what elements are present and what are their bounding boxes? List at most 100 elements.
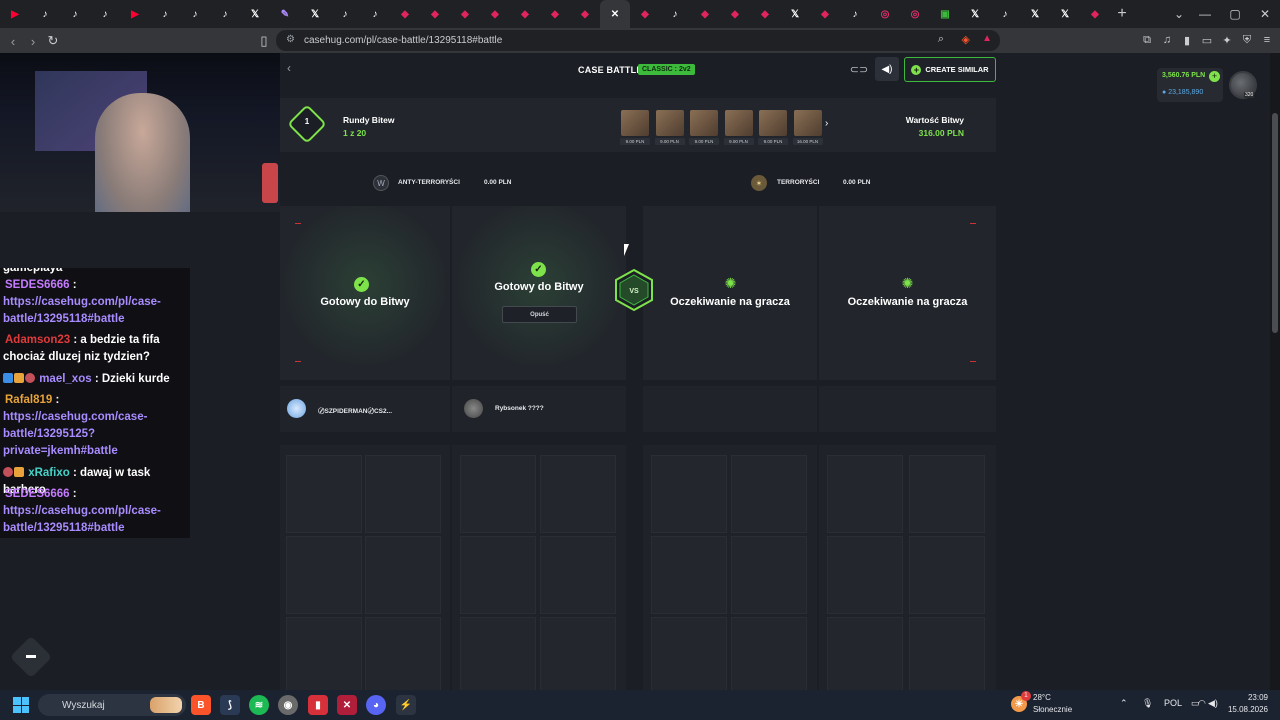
forward-icon[interactable]: ›	[23, 31, 43, 51]
music-icon[interactable]: ♫	[1159, 32, 1175, 48]
back-icon[interactable]: ‹	[3, 31, 23, 51]
browser-tab[interactable]: ♪	[60, 0, 90, 28]
browser-tab[interactable]: 𝕏	[780, 0, 810, 28]
browser-tab[interactable]: ◆	[810, 0, 840, 28]
url-input[interactable]: ⚙ casehug.com/pl/case-battle/13295118#ba…	[276, 30, 1000, 51]
browser-tab[interactable]: 𝕏	[1020, 0, 1050, 28]
minimize-icon[interactable]: —	[1190, 0, 1220, 28]
player-row-1[interactable]: 〄SZPIDERMAN〄CS2...	[280, 386, 450, 432]
case-thumbnail[interactable]: 9.00 PLN	[723, 110, 754, 148]
search-input[interactable]: Wyszukaj	[38, 694, 186, 716]
browser-tab[interactable]: ◆	[480, 0, 510, 28]
sidebar-icon[interactable]: ▮	[1179, 32, 1195, 48]
case-thumbnail[interactable]: 9.00 PLN	[620, 110, 650, 148]
browser-tab[interactable]: ◆	[540, 0, 570, 28]
browser-tab[interactable]: ◎	[870, 0, 900, 28]
tray-chevron-icon[interactable]: ⌃	[1120, 698, 1128, 709]
browser-tab[interactable]: ✎	[270, 0, 300, 28]
chat-message: mael_xos : Dzieki kurde	[3, 371, 189, 388]
browser-tab[interactable]: ▶	[0, 0, 30, 28]
link-icon[interactable]: ⊂⊃	[848, 58, 870, 80]
chat-link[interactable]: https://casehug.com/pl/case-battle/13295…	[3, 505, 161, 534]
chat-link[interactable]: https://casehug.com/pl/case-battle/13295…	[3, 296, 161, 325]
browser-tab[interactable]: ◆	[1080, 0, 1110, 28]
brave-browser-icon[interactable]: B	[191, 695, 211, 715]
app-icon[interactable]: ⟆	[220, 695, 240, 715]
vpn-icon[interactable]: ⛨	[1239, 32, 1255, 48]
youtube-icon: ▶	[11, 8, 19, 20]
browser-tab[interactable]: 𝕏	[960, 0, 990, 28]
new-tab-icon[interactable]: +	[1110, 5, 1134, 23]
browser-tab[interactable]: 𝕏	[240, 0, 270, 28]
close-window-icon[interactable]: ✕	[1250, 0, 1280, 28]
chrome-icon[interactable]: ◉	[278, 695, 298, 715]
leave-button[interactable]: Opuść	[502, 306, 577, 323]
chat-link[interactable]: https://casehug.com/case-battle/13295125…	[3, 411, 147, 457]
player-row-2[interactable]: Rybsonek ????	[452, 386, 626, 432]
case-thumbnail[interactable]: 9.00 PLN	[654, 110, 685, 148]
browser-tab[interactable]: ♪	[660, 0, 690, 28]
browser-tab[interactable]: ♪	[30, 0, 60, 28]
maximize-icon[interactable]: ▢	[1220, 0, 1250, 28]
browser-tab[interactable]: ◆	[720, 0, 750, 28]
browser-tab[interactable]: ♪	[990, 0, 1020, 28]
zoom-icon[interactable]: ⌕	[938, 33, 944, 46]
browser-tab[interactable]: 𝕏	[300, 0, 330, 28]
menu-icon[interactable]: ≡	[1259, 32, 1275, 48]
back-arrow-icon[interactable]: ‹	[282, 61, 296, 79]
windows-start-icon[interactable]	[13, 697, 29, 713]
app-red-icon[interactable]: ▮	[308, 695, 328, 715]
page-scrollbar[interactable]	[1270, 53, 1280, 690]
browser-tab[interactable]: ♪	[150, 0, 180, 28]
brave-rewards-icon[interactable]: ▲	[982, 33, 992, 44]
clock-time[interactable]: 23:09	[1232, 693, 1268, 702]
create-similar-button[interactable]: + CREATE SIMILAR	[904, 57, 996, 82]
case-thumbnail[interactable]: 16.00 PLN	[792, 110, 823, 148]
browser-tab[interactable]: ◎	[900, 0, 930, 28]
scroll-thumb[interactable]	[1272, 113, 1278, 333]
browser-tab[interactable]: ♪	[90, 0, 120, 28]
site-info-icon[interactable]: ⚙	[286, 34, 295, 45]
wallet-icon[interactable]: ▭	[1199, 32, 1215, 48]
sound-icon[interactable]: ◀)	[875, 57, 899, 81]
case-thumbnail[interactable]: 9.00 PLN	[689, 110, 719, 148]
reload-icon[interactable]: ↻	[43, 31, 63, 51]
browser-tab[interactable]: ♪	[840, 0, 870, 28]
discord-icon[interactable]: ◕	[366, 695, 386, 715]
browser-tab[interactable]: ◆	[510, 0, 540, 28]
bookmark-icon[interactable]: ▯	[254, 31, 274, 51]
browser-tab[interactable]: ◆	[690, 0, 720, 28]
browser-tab[interactable]: ♪	[360, 0, 390, 28]
browser-tab[interactable]: ◆	[630, 0, 660, 28]
app-x-icon[interactable]: ✕	[337, 695, 357, 715]
gift-badge-icon	[14, 467, 24, 477]
deposit-plus-icon[interactable]: +	[1209, 71, 1220, 82]
network-icon[interactable]: ◠	[1198, 698, 1206, 709]
tiktok-icon: ♪	[342, 8, 348, 20]
leo-ai-icon[interactable]: ✦	[1219, 32, 1235, 48]
browser-tab[interactable]: ◆	[570, 0, 600, 28]
browser-tab[interactable]: 𝕏	[1050, 0, 1080, 28]
volume-icon[interactable]: ◀)	[1208, 698, 1218, 709]
chevron-right-icon[interactable]: ›	[825, 118, 828, 129]
case-thumbnail[interactable]: 9.00 PLN	[758, 110, 788, 148]
browser-tab[interactable]: ♪	[330, 0, 360, 28]
browser-tab[interactable]: ▶	[120, 0, 150, 28]
app-yellow-icon[interactable]: ⚡	[396, 695, 416, 715]
brave-shield-icon[interactable]: ◈	[962, 33, 970, 46]
clock-date[interactable]: 15.08.2026	[1226, 705, 1268, 714]
language-indicator[interactable]: POL	[1164, 698, 1182, 708]
browser-tab[interactable]: ◆	[450, 0, 480, 28]
browser-tab[interactable]: ◆	[420, 0, 450, 28]
browser-tab[interactable]: ✕	[600, 0, 630, 28]
browser-tab[interactable]: ♪	[210, 0, 240, 28]
browser-tab[interactable]: ◆	[750, 0, 780, 28]
browser-tab[interactable]: ♪	[180, 0, 210, 28]
extensions-icon[interactable]: ⧉	[1139, 32, 1155, 48]
browser-tab[interactable]: ▣	[930, 0, 960, 28]
browser-tab[interactable]: ◆	[390, 0, 420, 28]
microphone-icon[interactable]: 🎙	[1142, 698, 1153, 709]
casehug-icon: ◆	[731, 8, 739, 20]
spotify-icon[interactable]: ≋	[249, 695, 269, 715]
items-grid-4	[819, 445, 996, 690]
